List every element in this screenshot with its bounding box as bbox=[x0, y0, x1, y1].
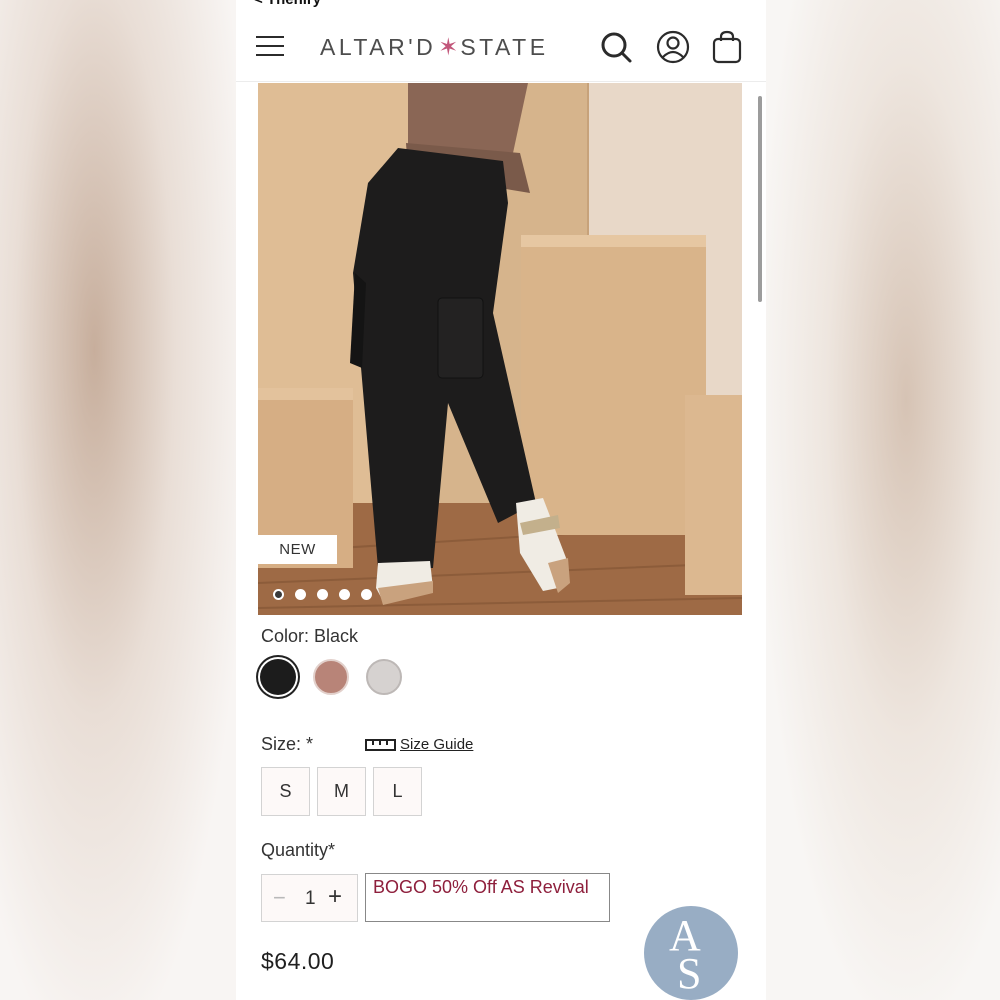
product-price: $64.00 bbox=[261, 948, 335, 974]
back-link[interactable]: < Thehiry bbox=[254, 0, 321, 8]
color-swatch-grey[interactable] bbox=[366, 659, 402, 695]
color-label: Color: Black bbox=[261, 626, 359, 646]
increment-button[interactable]: + bbox=[328, 883, 342, 911]
color-swatch-black[interactable] bbox=[260, 659, 296, 695]
size-option-l[interactable]: L bbox=[373, 767, 422, 816]
size-label: Size: * bbox=[261, 734, 314, 754]
carousel-dot[interactable] bbox=[317, 589, 328, 600]
shopping-bag-icon[interactable] bbox=[710, 30, 744, 64]
size-option-m[interactable]: M bbox=[317, 767, 366, 816]
new-badge: NEW bbox=[258, 535, 337, 564]
star-icon: ✶ bbox=[438, 33, 459, 61]
image-carousel-dots bbox=[273, 589, 372, 600]
decrement-button[interactable]: − bbox=[273, 885, 286, 911]
brand-logo[interactable]: ALTAR'D ✶ STATE bbox=[320, 32, 549, 62]
quantity-stepper: − 1 + bbox=[261, 874, 358, 922]
ruler-icon bbox=[365, 738, 396, 751]
quantity-label: Quantity* bbox=[261, 840, 336, 860]
color-swatch-mauve[interactable] bbox=[313, 659, 349, 695]
logo-text-left: ALTAR'D bbox=[320, 33, 437, 60]
site-header: ALTAR'D ✶ STATE bbox=[236, 12, 766, 82]
mobile-page: < Thehiry ALTAR'D ✶ STATE bbox=[236, 0, 766, 1000]
search-icon[interactable] bbox=[599, 30, 633, 64]
account-icon[interactable] bbox=[656, 30, 690, 64]
carousel-dot[interactable] bbox=[361, 589, 372, 600]
scrollbar[interactable] bbox=[758, 96, 762, 302]
badge-letter-s: S bbox=[677, 949, 702, 998]
background-left bbox=[0, 0, 236, 1000]
carousel-dot[interactable] bbox=[273, 589, 284, 600]
size-guide-link[interactable]: Size Guide bbox=[365, 736, 473, 753]
as-logo-badge[interactable]: A S bbox=[644, 906, 738, 1000]
logo-text-right: STATE bbox=[460, 33, 549, 60]
menu-icon[interactable] bbox=[256, 36, 284, 58]
background-right bbox=[765, 0, 1000, 1000]
product-image[interactable]: NEW bbox=[258, 83, 742, 615]
size-guide-label: Size Guide bbox=[400, 736, 474, 753]
size-option-s[interactable]: S bbox=[261, 767, 310, 816]
carousel-dot[interactable] bbox=[295, 589, 306, 600]
promo-banner: BOGO 50% Off AS Revival bbox=[365, 873, 610, 922]
carousel-dot[interactable] bbox=[339, 589, 350, 600]
quantity-value[interactable]: 1 bbox=[305, 888, 316, 910]
